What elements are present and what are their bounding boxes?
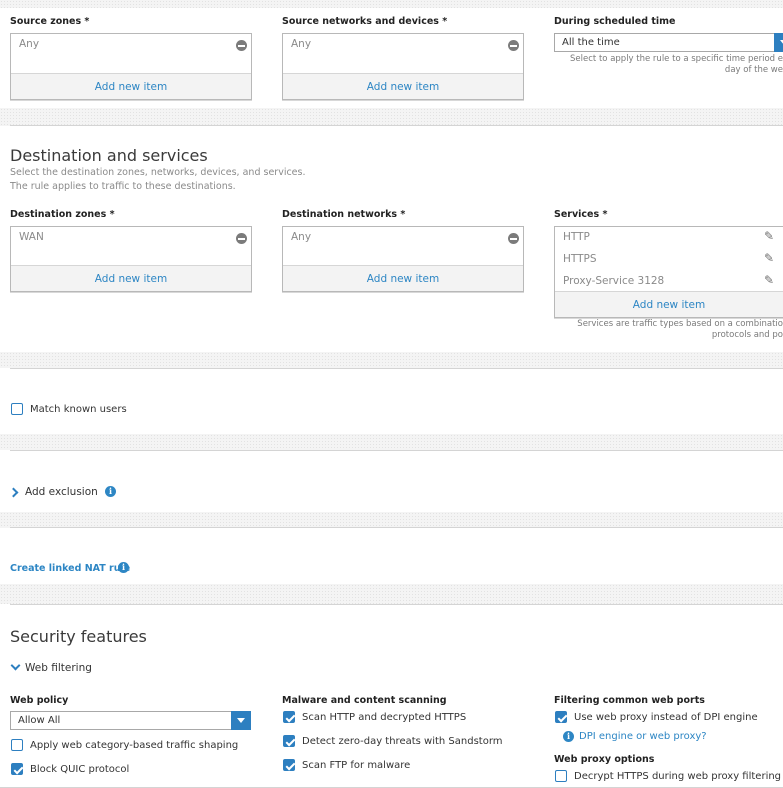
schedule-hint-line2: day of the we xyxy=(724,65,783,75)
remove-icon[interactable] xyxy=(508,233,519,244)
add-new-item-button[interactable]: Add new item xyxy=(283,81,523,93)
add-new-item-row[interactable]: Add new item xyxy=(11,265,251,291)
web-policy-label: Web policy xyxy=(10,695,69,706)
schedule-hint-line1: Select to apply the rule to a specific t… xyxy=(570,54,783,64)
match-known-users-label[interactable]: Match known users xyxy=(30,404,127,415)
scan-ftp-label[interactable]: Scan FTP for malware xyxy=(302,760,410,771)
list-item: HTTPS ✎ xyxy=(555,249,783,271)
dpi-or-proxy-link[interactable]: DPI engine or web proxy? xyxy=(579,731,707,742)
top-band xyxy=(0,0,783,8)
services-list: HTTP ✎ HTTPS ✎ Proxy-Service 3128 ✎ Add … xyxy=(554,226,783,318)
source-networks-label: Source networks and devices * xyxy=(282,16,448,27)
add-new-item-button[interactable]: Add new item xyxy=(283,273,523,285)
use-web-proxy-checkbox[interactable] xyxy=(555,711,567,723)
traffic-shaping-checkbox[interactable] xyxy=(11,739,23,751)
destination-section-title: Destination and services xyxy=(10,146,208,165)
info-icon[interactable]: i xyxy=(105,486,116,497)
destination-networks-list: Any Add new item xyxy=(282,226,524,292)
list-item-label: Any xyxy=(19,38,40,50)
scan-http-checkbox[interactable] xyxy=(283,711,295,723)
block-quic-checkbox[interactable] xyxy=(11,763,23,775)
destination-desc-line2: The rule applies to traffic to these des… xyxy=(10,181,236,192)
info-icon[interactable]: i xyxy=(563,731,574,742)
list-item: Any xyxy=(283,34,523,56)
list-item: Any xyxy=(283,227,523,249)
section-band xyxy=(0,512,783,528)
add-new-item-row[interactable]: Add new item xyxy=(11,73,251,99)
divider xyxy=(10,125,783,126)
add-new-item-button[interactable]: Add new item xyxy=(545,299,783,311)
web-filtering-toggle[interactable]: Web filtering xyxy=(25,662,92,674)
source-zones-label: Source zones * xyxy=(10,16,90,27)
scan-http-label[interactable]: Scan HTTP and decrypted HTTPS xyxy=(302,712,466,723)
section-band xyxy=(0,434,783,450)
traffic-shaping-label[interactable]: Apply web category-based traffic shaping xyxy=(30,740,238,751)
match-known-users-checkbox[interactable] xyxy=(11,403,23,415)
destination-section-desc: Select the destination zones, networks, … xyxy=(10,166,306,194)
destination-networks-label: Destination networks * xyxy=(282,209,406,220)
services-label: Services * xyxy=(554,209,608,220)
schedule-label: During scheduled time xyxy=(554,16,676,27)
destination-desc-line1: Select the destination zones, networks, … xyxy=(10,167,306,178)
list-item: WAN xyxy=(11,227,251,249)
use-web-proxy-label[interactable]: Use web proxy instead of DPI engine xyxy=(574,712,758,723)
decrypt-https-checkbox[interactable] xyxy=(555,770,567,782)
add-exclusion-toggle[interactable]: Add exclusion xyxy=(25,486,98,498)
schedule-hint: Select to apply the rule to a specific t… xyxy=(553,54,783,76)
chevron-right-icon[interactable] xyxy=(8,487,19,498)
pencil-icon[interactable]: ✎ xyxy=(764,251,774,265)
schedule-select[interactable]: All the time xyxy=(554,33,783,52)
list-item-label: Proxy-Service 3128 xyxy=(563,275,665,287)
list-item: Any xyxy=(11,34,251,56)
chevron-down-icon[interactable] xyxy=(774,33,783,52)
sandstorm-checkbox[interactable] xyxy=(283,735,295,747)
add-new-item-button[interactable]: Add new item xyxy=(11,81,251,93)
list-item-label: Any xyxy=(291,231,312,243)
source-zones-list: Any Add new item xyxy=(10,33,252,100)
list-item-label: WAN xyxy=(19,231,44,243)
list-item-label: HTTPS xyxy=(563,253,597,265)
security-section-title: Security features xyxy=(10,627,147,646)
info-icon[interactable]: i xyxy=(118,562,129,573)
remove-icon[interactable] xyxy=(236,233,247,244)
list-item: Proxy-Service 3128 ✎ xyxy=(555,271,783,293)
divider xyxy=(10,450,783,451)
list-item: HTTP ✎ xyxy=(555,227,783,249)
scan-ftp-checkbox[interactable] xyxy=(283,759,295,771)
schedule-select-value: All the time xyxy=(562,37,620,48)
services-hint-line1: Services are traffic types based on a co… xyxy=(577,319,783,329)
malware-scanning-label: Malware and content scanning xyxy=(282,695,447,706)
pencil-icon[interactable]: ✎ xyxy=(764,273,774,287)
list-item-label: HTTP xyxy=(563,231,590,243)
decrypt-https-label[interactable]: Decrypt HTTPS during web proxy filtering xyxy=(574,771,781,782)
web-proxy-options-label: Web proxy options xyxy=(554,754,655,765)
filtering-web-ports-label: Filtering common web ports xyxy=(554,695,705,706)
add-new-item-button[interactable]: Add new item xyxy=(11,273,251,285)
chevron-down-icon[interactable] xyxy=(231,711,251,730)
services-hint: Services are traffic types based on a co… xyxy=(553,319,783,341)
pencil-icon[interactable]: ✎ xyxy=(764,229,774,243)
section-band xyxy=(0,584,783,604)
section-band xyxy=(0,352,783,368)
web-policy-select[interactable]: Allow All xyxy=(10,711,251,730)
sandstorm-label[interactable]: Detect zero-day threats with Sandstorm xyxy=(302,736,503,747)
destination-zones-list: WAN Add new item xyxy=(10,226,252,292)
add-new-item-row[interactable]: Add new item xyxy=(555,291,783,317)
divider xyxy=(10,368,783,369)
remove-icon[interactable] xyxy=(236,40,247,51)
create-linked-nat-rule-link[interactable]: Create linked NAT rule xyxy=(10,563,130,574)
section-band xyxy=(0,108,783,126)
remove-icon[interactable] xyxy=(508,40,519,51)
source-networks-list: Any Add new item xyxy=(282,33,524,100)
add-new-item-row[interactable]: Add new item xyxy=(283,265,523,291)
list-item-label: Any xyxy=(291,38,312,50)
add-new-item-row[interactable]: Add new item xyxy=(283,73,523,99)
chevron-down-icon[interactable] xyxy=(10,660,21,671)
block-quic-label[interactable]: Block QUIC protocol xyxy=(30,764,129,775)
divider xyxy=(10,527,783,528)
divider xyxy=(10,604,783,605)
destination-zones-label: Destination zones * xyxy=(10,209,115,220)
services-hint-line2: protocols and po xyxy=(711,330,783,340)
web-policy-select-value: Allow All xyxy=(18,715,61,726)
